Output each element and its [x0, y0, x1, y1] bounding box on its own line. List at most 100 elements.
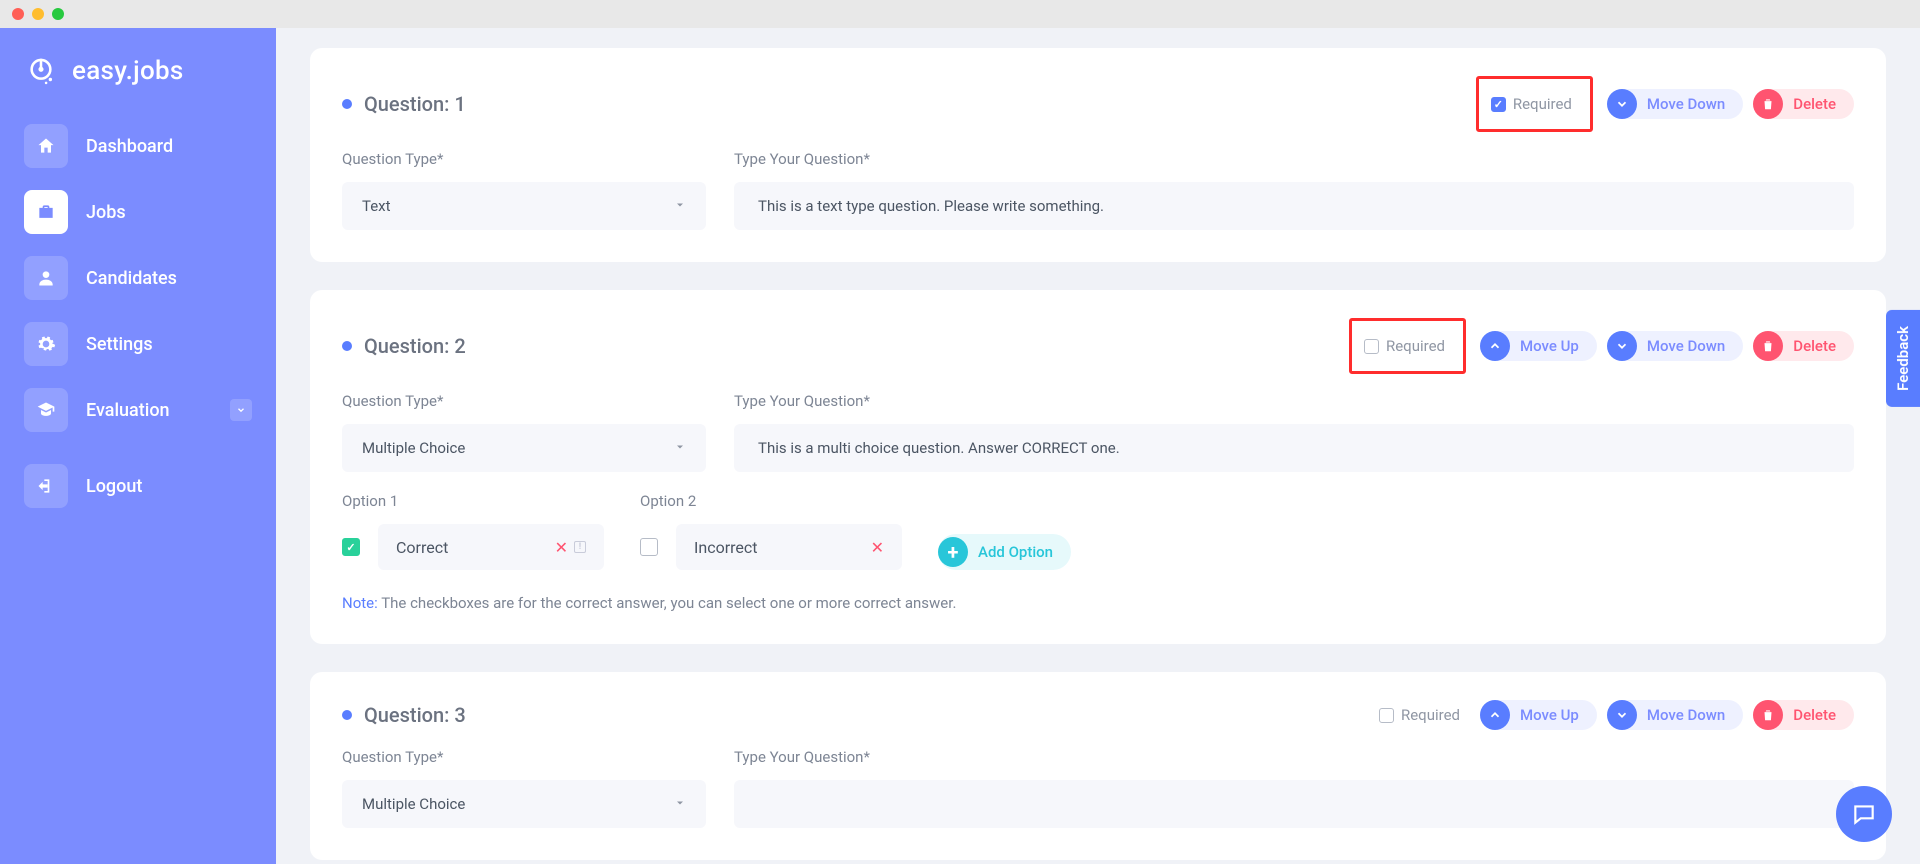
sidebar-item-jobs[interactable]: Jobs — [18, 184, 258, 240]
option-label: Option 2 — [640, 492, 902, 510]
chevron-down-icon — [1607, 331, 1637, 361]
sidebar-item-label: Jobs — [86, 202, 126, 223]
sidebar-item-dashboard[interactable]: Dashboard — [18, 118, 258, 174]
question-type-select[interactable]: Text — [342, 182, 706, 230]
trash-icon — [1753, 89, 1783, 119]
chat-icon — [1851, 801, 1877, 827]
button-label: Move Up — [1520, 337, 1579, 355]
sidebar-item-logout[interactable]: Logout — [18, 458, 258, 514]
chat-button[interactable] — [1836, 786, 1892, 842]
select-value: Multiple Choice — [362, 439, 465, 457]
sidebar-item-label: Evaluation — [86, 400, 170, 421]
checkbox-icon[interactable] — [1364, 339, 1379, 354]
question-type-select[interactable]: Multiple Choice — [342, 780, 706, 828]
field-label: Type Your Question* — [734, 392, 1854, 410]
question-text-input[interactable] — [734, 182, 1854, 230]
delete-button[interactable]: Delete — [1753, 89, 1854, 119]
delete-button[interactable]: Delete — [1753, 700, 1854, 730]
required-toggle[interactable]: Required — [1369, 700, 1470, 730]
delete-button[interactable]: Delete — [1753, 331, 1854, 361]
maximize-window-icon[interactable] — [52, 8, 64, 20]
logo-icon — [24, 54, 58, 88]
note-body: The checkboxes are for the correct answe… — [381, 594, 956, 612]
option-input[interactable]: Incorrect ✕ — [676, 524, 902, 570]
move-down-button[interactable]: Move Down — [1607, 89, 1743, 119]
question-title: Question: 2 — [342, 334, 466, 358]
feedback-tab[interactable]: Feedback — [1886, 310, 1920, 407]
field-label: Question Type* — [342, 748, 706, 766]
question-title: Question: 3 — [342, 703, 466, 727]
move-up-button[interactable]: Move Up — [1480, 700, 1597, 730]
briefcase-icon — [24, 190, 68, 234]
move-down-button[interactable]: Move Down — [1607, 700, 1743, 730]
chevron-down-icon — [674, 439, 686, 457]
option-1: Option 1 Correct ✕ — [342, 492, 604, 570]
chevron-down-icon — [1607, 89, 1637, 119]
close-window-icon[interactable] — [12, 8, 24, 20]
question-card: Question: 3 Required Move Up Move Down — [310, 672, 1886, 860]
user-icon — [24, 256, 68, 300]
move-up-button[interactable]: Move Up — [1480, 331, 1597, 361]
checkbox-icon[interactable] — [1491, 97, 1506, 112]
question-title: Question: 1 — [342, 92, 466, 116]
logout-icon — [24, 464, 68, 508]
question-title-text: Question: 3 — [364, 703, 466, 727]
question-type-select[interactable]: Multiple Choice — [342, 424, 706, 472]
bullet-icon — [342, 99, 352, 109]
select-value: Text — [362, 197, 391, 215]
chevron-down-icon — [230, 399, 252, 421]
button-label: Delete — [1793, 337, 1836, 355]
trash-icon — [1753, 700, 1783, 730]
field-label: Question Type* — [342, 150, 706, 168]
minimize-window-icon[interactable] — [32, 8, 44, 20]
field-label: Type Your Question* — [734, 748, 1854, 766]
field-label: Type Your Question* — [734, 150, 1854, 168]
sidebar-item-label: Logout — [86, 476, 142, 497]
chevron-down-icon — [1607, 700, 1637, 730]
note-label: Note: — [342, 594, 378, 612]
remove-option-button[interactable]: ✕ — [555, 538, 586, 557]
sidebar-item-label: Dashboard — [86, 136, 173, 157]
field-label: Question Type* — [342, 392, 706, 410]
sidebar: easy.jobs Dashboard Jobs Candidates Sett… — [0, 28, 276, 864]
required-label: Required — [1401, 706, 1460, 724]
button-label: Move Down — [1647, 95, 1725, 113]
sidebar-item-settings[interactable]: Settings — [18, 316, 258, 372]
option-2: Option 2 Incorrect ✕ — [640, 492, 902, 570]
question-card: Question: 1 Required Move Down Delete — [310, 48, 1886, 262]
home-icon — [24, 124, 68, 168]
button-label: Delete — [1793, 706, 1836, 724]
move-down-button[interactable]: Move Down — [1607, 331, 1743, 361]
main-content: Question: 1 Required Move Down Delete — [276, 28, 1920, 864]
required-label: Required — [1386, 337, 1445, 355]
logo: easy.jobs — [18, 48, 258, 118]
button-label: Move Down — [1647, 706, 1725, 724]
option-value: Correct — [396, 538, 448, 557]
question-text-input[interactable] — [734, 424, 1854, 472]
required-toggle[interactable]: Required — [1349, 318, 1466, 374]
button-label: Move Down — [1647, 337, 1725, 355]
chevron-down-icon — [674, 795, 686, 813]
window-chrome — [0, 0, 1920, 28]
trash-icon — [1753, 331, 1783, 361]
chevron-down-icon — [674, 197, 686, 215]
question-text-input[interactable] — [734, 780, 1854, 828]
note-text: Note: The checkboxes are for the correct… — [342, 594, 1854, 612]
remove-option-button[interactable]: ✕ — [871, 538, 884, 557]
checkbox-icon[interactable] — [1379, 708, 1394, 723]
button-label: Add Option — [978, 543, 1053, 561]
warning-icon — [574, 541, 586, 553]
button-label: Delete — [1793, 95, 1836, 113]
select-value: Multiple Choice — [362, 795, 465, 813]
question-title-text: Question: 1 — [364, 92, 466, 116]
sidebar-item-candidates[interactable]: Candidates — [18, 250, 258, 306]
option-input[interactable]: Correct ✕ — [378, 524, 604, 570]
sidebar-item-evaluation[interactable]: Evaluation — [18, 382, 258, 438]
option-correct-checkbox[interactable] — [640, 538, 658, 556]
required-toggle[interactable]: Required — [1476, 76, 1593, 132]
option-correct-checkbox[interactable] — [342, 538, 360, 556]
bullet-icon — [342, 341, 352, 351]
bullet-icon — [342, 710, 352, 720]
add-option-button[interactable]: + Add Option — [938, 534, 1071, 570]
sidebar-item-label: Settings — [86, 334, 153, 355]
